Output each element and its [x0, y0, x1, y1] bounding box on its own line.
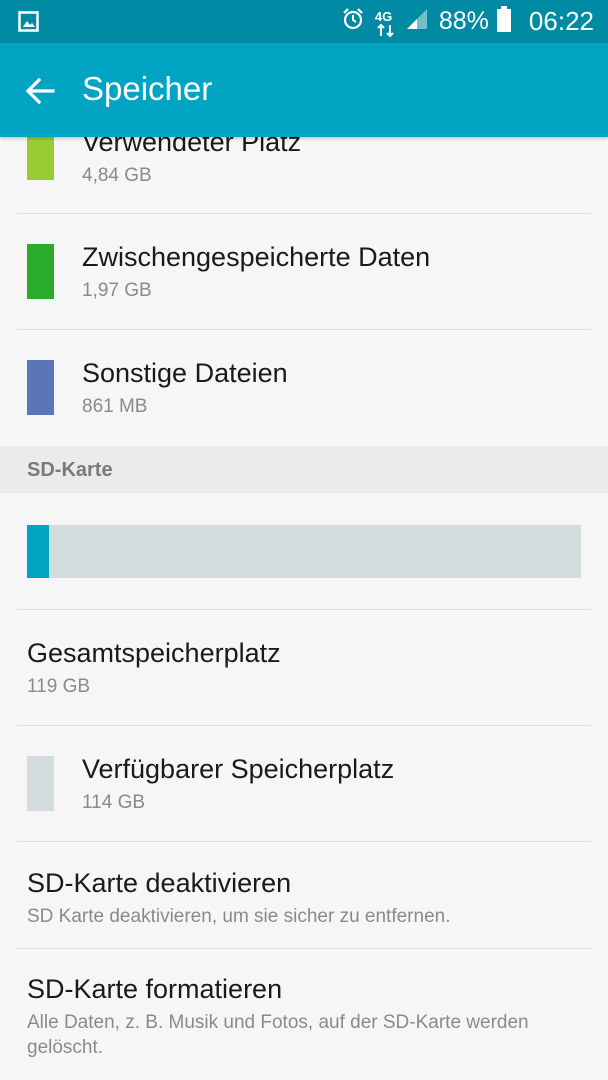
cached-data-value: 1,97 GB	[82, 280, 152, 301]
used-space-label: Verwendeter Platz	[82, 137, 302, 157]
available-space-value: 114 GB	[82, 792, 146, 813]
list-item-total-space[interactable]: Gesamtspeicherplatz 119 GB	[0, 610, 608, 725]
network-label: 4G	[374, 8, 393, 24]
arrow-left-icon	[25, 78, 55, 104]
sd-usage-bar-fill	[27, 525, 50, 578]
signal-icon	[405, 7, 429, 36]
available-space-label: Verfügbarer Speicherplatz	[82, 754, 395, 784]
list-item-used-space[interactable]: Verwendeter Platz 4,84 GB	[0, 137, 608, 213]
unmount-sd-label: SD-Karte deaktivieren	[27, 868, 292, 898]
page-title: Speicher	[82, 70, 213, 107]
list-item-available-space[interactable]: Verfügbarer Speicherplatz 114 GB	[0, 726, 608, 841]
cached-data-label: Zwischengespeicherte Daten	[82, 242, 431, 272]
storage-list[interactable]: Verwendeter Platz 4,84 GB Zwischengespei…	[0, 137, 608, 1080]
app-bar: Speicher	[0, 43, 608, 137]
status-bar: 4G 88% 06:22	[0, 0, 608, 43]
section-header-sd-card: SD-Karte	[0, 446, 608, 493]
sd-usage-bar	[27, 525, 581, 578]
available-space-color-swatch	[27, 756, 54, 811]
used-space-value: 4,84 GB	[82, 165, 152, 186]
total-space-label: Gesamtspeicherplatz	[27, 638, 281, 668]
image-icon	[18, 11, 39, 32]
format-sd-description-line2: gelöscht.	[27, 1037, 104, 1058]
unmount-sd-description: SD Karte deaktivieren, um sie sicher zu …	[27, 906, 451, 927]
format-sd-description-line1: Alle Daten, z. B. Musik und Fotos, auf d…	[27, 1012, 529, 1033]
list-item-cached-data[interactable]: Zwischengespeicherte Daten 1,97 GB	[0, 214, 608, 329]
list-item-other-files[interactable]: Sonstige Dateien 861 MB	[0, 330, 608, 446]
format-sd-label: SD-Karte formatieren	[27, 974, 283, 1004]
back-button[interactable]	[16, 66, 66, 116]
battery-percent: 88%	[438, 7, 489, 35]
other-files-color-swatch	[27, 360, 54, 415]
list-item-format-sd[interactable]: SD-Karte formatieren Alle Daten, z. B. M…	[0, 949, 608, 1080]
clock: 06:22	[528, 6, 594, 36]
total-space-value: 119 GB	[27, 676, 91, 697]
section-header-label: SD-Karte	[27, 459, 113, 481]
used-space-color-swatch	[27, 137, 54, 180]
other-files-label: Sonstige Dateien	[82, 358, 288, 388]
list-item-unmount-sd[interactable]: SD-Karte deaktivieren SD Karte deaktivie…	[0, 842, 608, 948]
alarm-icon	[341, 7, 365, 36]
network-4g-icon: 4G	[375, 7, 395, 37]
cached-data-color-swatch	[27, 244, 54, 299]
other-files-value: 861 MB	[82, 396, 148, 417]
battery-icon	[496, 6, 511, 37]
